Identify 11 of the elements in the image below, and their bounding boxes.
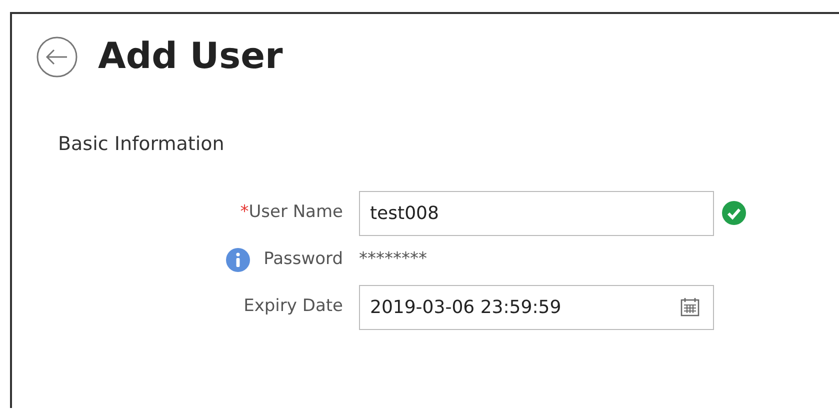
password-text: ********	[359, 248, 427, 272]
page-title: Add User	[98, 39, 283, 75]
date-field[interactable]: 2019-03-06 23:59:59	[359, 284, 714, 330]
field-label: Password	[264, 248, 343, 272]
field-label: *User Name	[240, 201, 343, 224]
info-icon[interactable]	[226, 248, 250, 272]
calendar-icon[interactable]	[680, 296, 700, 316]
section-title: Basic Information	[58, 132, 224, 157]
field-label: Expiry Date	[244, 295, 343, 318]
user-name-field[interactable]: test008	[359, 190, 714, 236]
back-icon[interactable]	[36, 36, 78, 78]
